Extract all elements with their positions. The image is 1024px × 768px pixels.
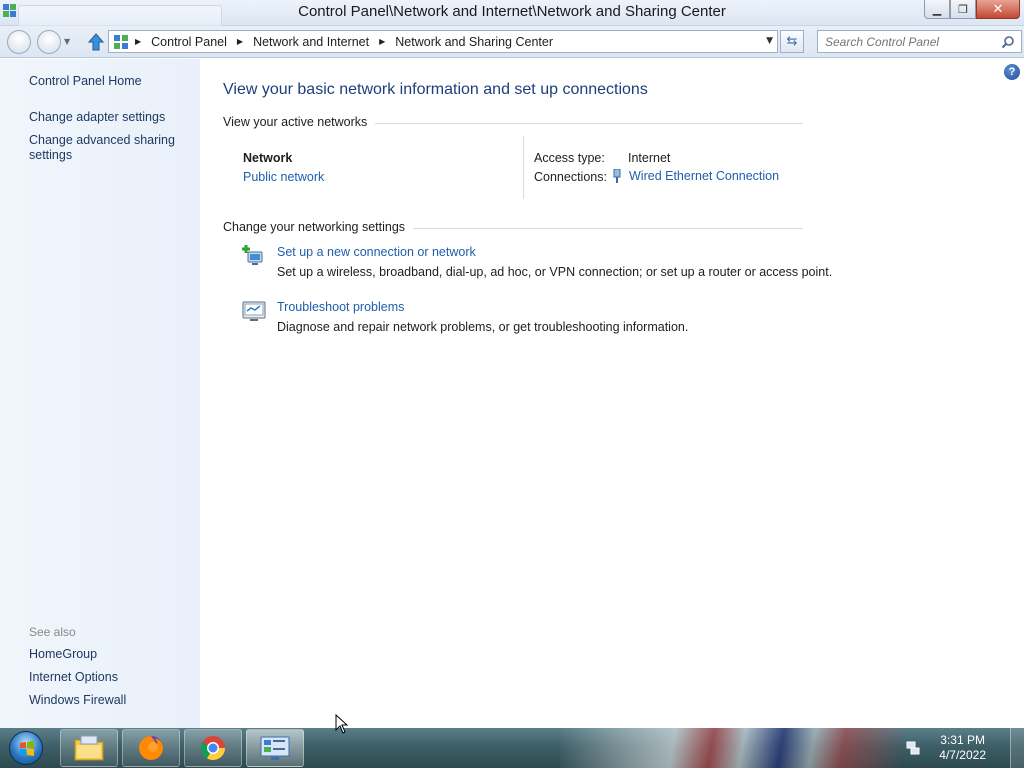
taskbar-chrome-button[interactable] [184, 729, 242, 767]
title-bar: Control Panel\Network and Internet\Netwo… [0, 0, 1024, 27]
taskbar-firefox-button[interactable] [122, 729, 180, 767]
see-also-title: See also [29, 625, 76, 639]
divider [523, 136, 524, 199]
taskbar-explorer-button[interactable] [60, 729, 118, 767]
forward-button[interactable] [37, 30, 61, 54]
main-content: ? View your basic network information an… [200, 59, 1024, 728]
connection-name: Wired Ethernet Connection [629, 169, 780, 183]
breadcrumb-network-and-internet[interactable]: Network and Internet [253, 35, 369, 49]
setup-new-connection-description: Set up a wireless, broadband, dial-up, a… [277, 265, 833, 279]
address-bar[interactable]: ▶ Control Panel ▶ Network and Internet ▶… [108, 30, 778, 53]
restore-icon: ❐ [958, 2, 968, 16]
maximize-button[interactable]: ❐ [950, 0, 976, 19]
control-panel-icon [114, 34, 128, 49]
see-also-homegroup[interactable]: HomeGroup [29, 647, 194, 662]
connections-label: Connections: [534, 170, 607, 184]
wallpaper-strip [560, 728, 940, 768]
up-arrow-icon[interactable] [86, 32, 106, 52]
search-box[interactable] [817, 30, 1022, 53]
close-icon: ✕ [992, 1, 1004, 17]
start-button[interactable] [4, 729, 48, 767]
active-networks-label: View your active networks [223, 115, 376, 129]
minimize-icon: ▁ [932, 2, 942, 16]
recent-pages-dropdown-icon[interactable]: ▼ [64, 37, 70, 46]
wired-ethernet-connection-link[interactable]: Wired Ethernet Connection [612, 169, 779, 183]
chevron-right-icon[interactable]: ▶ [237, 37, 243, 46]
help-icon[interactable]: ? [1004, 64, 1020, 80]
explorer-icon [74, 735, 104, 761]
address-dropdown-icon[interactable]: ▼ [766, 36, 773, 46]
close-button[interactable]: ✕ [976, 0, 1020, 19]
troubleshoot-icon [242, 301, 266, 321]
network-name: Network [243, 151, 293, 165]
breadcrumb: ▶ Control Panel ▶ Network and Internet ▶… [135, 35, 563, 49]
firefox-icon [139, 736, 163, 760]
system-tray: 3:31 PM 4/7/2022 [905, 728, 1024, 768]
access-type-value: Internet [628, 151, 671, 165]
minimize-button[interactable]: ▁ [924, 0, 950, 19]
back-button[interactable] [7, 30, 31, 54]
show-desktop-button[interactable] [1010, 728, 1024, 768]
new-connection-icon [242, 245, 263, 265]
clock-date: 4/7/2022 [939, 748, 986, 762]
setup-new-connection-link[interactable]: Set up a new connection or network [277, 244, 832, 260]
navigation-bar: ▼ ▶ Control Panel ▶ Network and Internet… [0, 26, 1024, 58]
clock[interactable]: 3:31 PM 4/7/2022 [939, 733, 986, 763]
refresh-button[interactable]: ⇆ [780, 30, 804, 53]
windows-logo-icon [9, 731, 43, 765]
see-also-internet-options[interactable]: Internet Options [29, 670, 194, 685]
breadcrumb-network-and-sharing-center[interactable]: Network and Sharing Center [395, 35, 553, 49]
page-title: View your basic network information and … [223, 81, 648, 98]
network-tray-icon[interactable] [905, 740, 921, 756]
refresh-icon: ⇆ [786, 34, 798, 49]
mouse-cursor-icon [335, 714, 349, 734]
see-also-windows-firewall[interactable]: Windows Firewall [29, 693, 194, 708]
search-icon[interactable] [1001, 35, 1015, 49]
sidebar-item-control-panel-home[interactable]: Control Panel Home [29, 74, 194, 89]
taskbar-control-panel-button[interactable] [246, 729, 304, 767]
task-troubleshoot: Troubleshoot problems Diagnose and repai… [242, 299, 688, 335]
search-input[interactable] [825, 34, 1001, 49]
control-panel-icon [260, 736, 290, 760]
troubleshoot-problems-description: Diagnose and repair network problems, or… [277, 320, 689, 334]
task-new-connection: Set up a new connection or network Set u… [242, 244, 832, 280]
sidebar: Control Panel Home Change adapter settin… [0, 59, 200, 728]
chevron-right-icon[interactable]: ▶ [135, 37, 141, 46]
taskbar: 3:31 PM 4/7/2022 [0, 728, 1024, 768]
breadcrumb-control-panel[interactable]: Control Panel [151, 35, 227, 49]
clock-time: 3:31 PM [940, 733, 985, 747]
network-type-link[interactable]: Public network [243, 170, 324, 184]
sidebar-item-change-advanced-sharing-settings[interactable]: Change advanced sharing settings [29, 133, 194, 163]
chrome-icon [200, 736, 225, 761]
sidebar-item-change-adapter-settings[interactable]: Change adapter settings [29, 110, 194, 125]
change-settings-label: Change your networking settings [223, 220, 414, 234]
troubleshoot-problems-link[interactable]: Troubleshoot problems [277, 299, 688, 315]
access-type-label: Access type: [534, 151, 605, 165]
ethernet-icon [613, 169, 621, 183]
chevron-right-icon[interactable]: ▶ [379, 37, 385, 46]
window-title: Control Panel\Network and Internet\Netwo… [298, 3, 726, 20]
